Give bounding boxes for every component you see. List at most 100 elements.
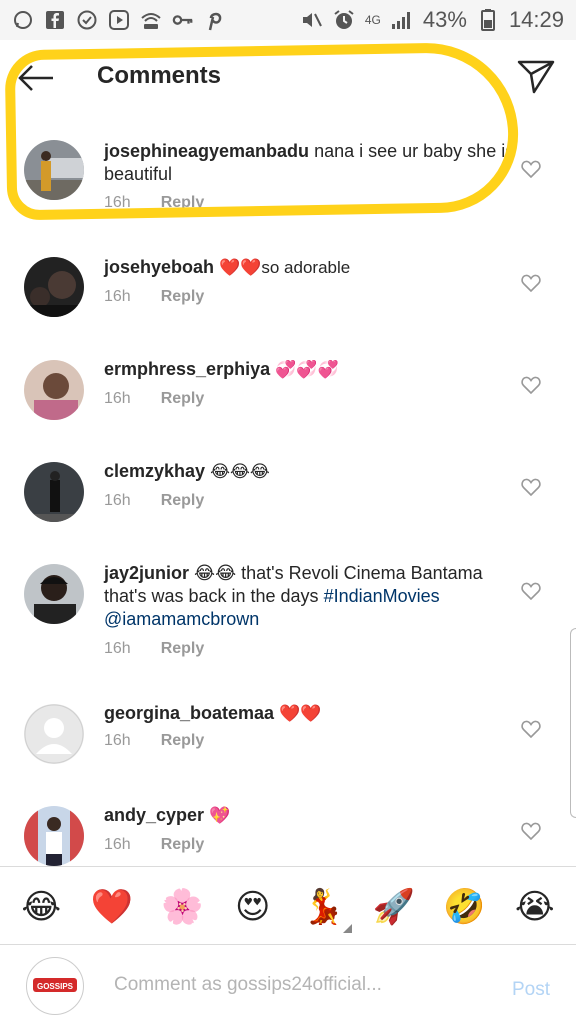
comment-body: ❤️❤️so adorable [219,258,351,277]
reply-button[interactable]: Reply [161,732,205,750]
reply-button[interactable]: Reply [161,836,205,854]
reply-button[interactable]: Reply [161,194,205,212]
avatar[interactable] [24,564,84,624]
reply-button[interactable]: Reply [161,390,205,408]
comment-text: andy_cyper 💖 [104,804,516,827]
post-button[interactable]: Post [512,979,550,1001]
comment-time: 16h [104,390,131,407]
battery-percent: 43% [422,7,467,32]
scrollbar[interactable] [570,628,576,818]
avatar[interactable] [24,140,84,200]
comments-header: Comments [0,40,576,116]
comment-time: 16h [104,640,131,657]
comment-text: georgina_boatemaa ❤️❤️ [104,702,516,725]
share-button[interactable] [514,54,558,98]
mention-link[interactable]: @iamamamcbrown [104,609,259,629]
comment-username[interactable]: josephineagyemanbadu [104,141,309,161]
comment-item: georgina_boatemaa ❤️❤️ 16h Reply [0,690,576,780]
comment-input[interactable] [114,969,474,1001]
comment-meta: 16h Reply [104,732,204,750]
comment-item: josephineagyemanbadu nana i see ur baby … [0,116,576,216]
avatar-logo-text: GOSSIPS [37,982,74,991]
clock: 14:29 [508,7,564,32]
emoji-button[interactable]: 😭 [509,881,561,933]
comment-text: jay2junior 😂😂 that's Revoli Cinema Banta… [104,562,516,631]
comment-meta: 16h Reply [104,836,204,854]
status-bar-notifications [12,9,226,31]
comment-username[interactable]: clemzykhay [104,461,205,481]
avatar[interactable] [24,462,84,522]
comment-username[interactable]: josehyeboah [104,257,214,277]
mute-icon [301,9,323,31]
avatar[interactable] [24,704,84,764]
reply-button[interactable]: Reply [161,288,205,306]
signal-icon [391,9,413,31]
comment-text: clemzykhay 😂😂😂 [104,460,516,483]
like-button[interactable] [520,272,542,294]
quick-emoji-bar: 😂 ❤️ 🌸 😍 💃 🚀 🤣 😭 [0,866,576,946]
heart-icon [521,160,541,178]
emoji-button[interactable]: 🤣 [438,881,490,933]
comment-time: 16h [104,288,131,305]
emoji-button[interactable]: ❤️ [86,881,138,933]
comment-meta: 16h Reply [104,640,204,658]
comment-item: jay2junior 😂😂 that's Revoli Cinema Banta… [0,550,576,690]
comment-time: 16h [104,732,131,749]
comments-list[interactable]: josephineagyemanbadu nana i see ur baby … [0,116,576,866]
youtube-icon [108,9,130,31]
comment-item: andy_cyper 💖 16h Reply [0,792,576,866]
like-button[interactable] [520,476,542,498]
comment-item: ermphress_erphiya 💞💞💞 16h Reply [0,346,576,436]
reply-button[interactable]: Reply [161,492,205,510]
avatar[interactable] [24,360,84,420]
pinterest-icon [204,9,226,31]
heart-icon [521,822,541,840]
comment-composer: GOSSIPS Post [0,944,576,1024]
comment-username[interactable]: jay2junior [104,563,189,583]
heart-icon [521,720,541,738]
hotspot-icon [140,9,162,31]
comment-time: 16h [104,836,131,853]
emoji-button[interactable]: 💃 [297,881,349,933]
like-button[interactable] [520,718,542,740]
page-title: Comments [97,62,222,89]
status-bar-system: 4G 43% 14:29 [301,7,564,33]
comment-body: 💖 [209,806,231,825]
like-button[interactable] [520,374,542,396]
comment-body: 😂😂😂 [210,462,270,481]
comment-time: 16h [104,194,131,211]
comment-username[interactable]: ermphress_erphiya [104,359,270,379]
battery-icon [477,9,499,31]
comment-meta: 16h Reply [104,288,204,306]
whatsapp-icon [12,9,34,31]
my-avatar: GOSSIPS [26,957,84,1015]
reply-button[interactable]: Reply [161,640,205,658]
key-icon [172,9,194,31]
default-avatar-icon [24,704,84,764]
comment-item: josehyeboah ❤️❤️so adorable 16h Reply [0,244,576,334]
comment-meta: 16h Reply [104,194,204,212]
emoji-button[interactable]: 😂 [15,881,67,933]
like-button[interactable] [520,820,542,842]
avatar[interactable] [24,257,84,317]
emoji-button[interactable]: 🚀 [368,881,420,933]
emoji-variant-indicator-icon [343,924,352,933]
comment-username[interactable]: andy_cyper [104,805,204,825]
comment-text: ermphress_erphiya 💞💞💞 [104,358,516,381]
heart-icon [521,478,541,496]
comment-meta: 16h Reply [104,492,204,510]
status-bar: 4G 43% 14:29 [0,0,576,40]
comment-username[interactable]: georgina_boatemaa [104,703,274,723]
emoji-button[interactable]: 😍 [227,881,279,933]
like-button[interactable] [520,580,542,602]
comment-body: ❤️❤️ [279,704,322,723]
avatar[interactable] [24,806,84,866]
emoji-button[interactable]: 🌸 [156,881,208,933]
comment-time: 16h [104,492,131,509]
hashtag-link[interactable]: #IndianMovies [324,586,440,606]
comment-text: josehyeboah ❤️❤️so adorable [104,256,516,279]
like-button[interactable] [520,158,542,180]
back-button[interactable] [16,58,56,98]
alarm-icon [333,9,355,31]
heart-icon [521,582,541,600]
